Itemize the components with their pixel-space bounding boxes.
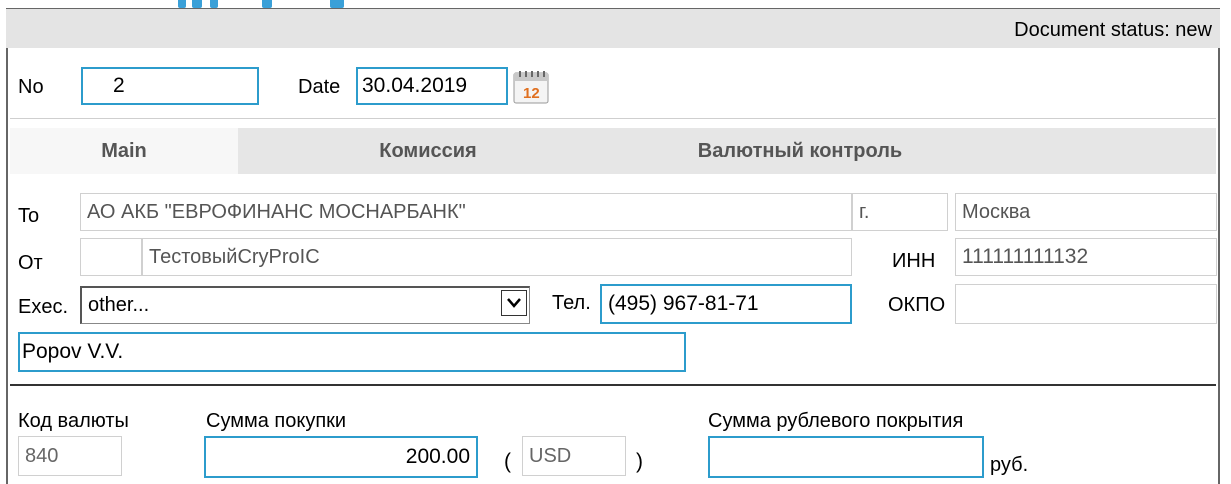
city-field: Москва <box>955 193 1217 231</box>
document-status: Document status: new <box>1014 19 1212 41</box>
currency-field: USD <box>522 436 626 476</box>
okpo-field <box>955 284 1217 324</box>
exec-label: Exec. <box>18 296 69 318</box>
inn-label: ИНН <box>892 250 936 272</box>
exec-select-value: other... <box>88 294 150 316</box>
exec-select[interactable]: other... <box>80 286 530 324</box>
tab-main[interactable]: Main <box>10 128 238 174</box>
status-bar: Document status: new <box>6 8 1220 48</box>
currency-code-label: Код валюты <box>18 410 129 432</box>
date-label: Date <box>298 76 341 98</box>
tel-label: Тел. <box>552 292 591 314</box>
title-fragment <box>192 0 202 8</box>
paren-close: ) <box>636 450 643 473</box>
section-divider <box>10 384 1216 386</box>
executor-name-field[interactable]: Popov V.V. <box>18 332 686 372</box>
title-fragment <box>330 0 344 8</box>
tab-valyutny-kontrol[interactable]: Валютный контроль <box>630 128 970 174</box>
from-field: ТестовыйCryProIC <box>142 238 852 276</box>
title-fragment <box>262 0 272 8</box>
from-label: От <box>18 252 43 274</box>
title-fragment <box>178 0 186 8</box>
calendar-icon[interactable]: 12 <box>512 70 550 104</box>
to-label: To <box>18 205 40 227</box>
paren-open: ( <box>504 450 511 473</box>
chevron-down-icon[interactable] <box>501 290 527 316</box>
divider <box>10 118 1216 119</box>
purchase-amount-field[interactable]: 200.00 <box>204 436 478 478</box>
rub-cover-field[interactable] <box>708 436 984 478</box>
title-fragment <box>210 0 218 8</box>
tab-komissiya[interactable]: Комиссия <box>328 128 528 174</box>
purchase-amount-label: Сумма покупки <box>206 410 347 432</box>
inn-field: 111111111132 <box>955 238 1217 276</box>
to-field: АО АКБ "ЕВРОФИНАНС МОСНАРБАНК" <box>80 193 852 231</box>
rub-unit-label: руб. <box>990 454 1029 476</box>
doc-number-field[interactable]: 2 <box>81 67 259 105</box>
city-label-box: г. <box>852 193 948 231</box>
title-strip <box>0 0 1231 8</box>
date-field[interactable]: 30.04.2019 <box>356 67 508 105</box>
calendar-day: 12 <box>523 85 540 102</box>
tab-bar: Main Комиссия Валютный контроль <box>10 128 1216 174</box>
no-label: No <box>18 76 44 98</box>
tel-field[interactable]: (495) 967-81-71 <box>600 284 852 324</box>
rub-cover-label: Сумма рублевого покрытия <box>708 410 964 432</box>
currency-code-field: 840 <box>18 436 122 476</box>
from-code-field <box>80 238 142 276</box>
okpo-label: ОКПО <box>888 294 946 316</box>
